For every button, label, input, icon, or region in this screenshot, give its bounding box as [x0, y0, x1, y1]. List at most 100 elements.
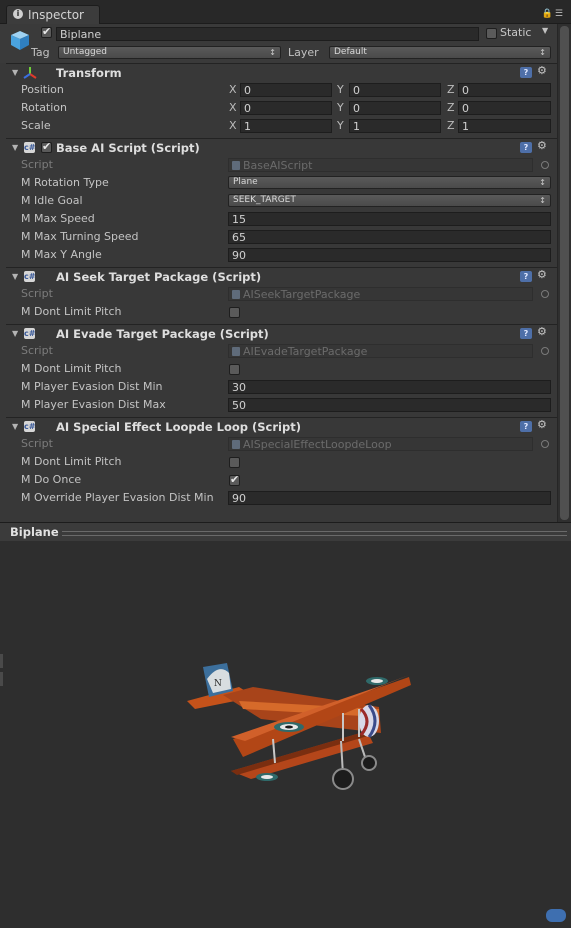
axis-x-label[interactable]: X [229, 119, 237, 132]
object-name-field[interactable]: Biplane [56, 27, 479, 41]
help-icon[interactable]: ? [520, 142, 532, 153]
foldout-arrow-icon[interactable]: ▼ [12, 143, 18, 152]
script-field[interactable]: BaseAIScript [228, 158, 533, 172]
override-evasion-dist-min-field[interactable]: 90 [228, 491, 551, 505]
tab-label: Inspector [28, 8, 84, 22]
vertical-scrollbar[interactable] [557, 24, 571, 522]
separator [6, 267, 557, 268]
tag-dropdown[interactable]: Untagged ↕ [58, 46, 281, 59]
lock-icon[interactable]: 🔒 [542, 9, 555, 19]
help-icon[interactable]: ? [520, 421, 532, 432]
gear-icon[interactable]: ⚙ [537, 268, 547, 281]
idle-goal-dropdown[interactable]: SEEK_TARGET ↕ [228, 194, 551, 207]
chevron-updown-icon: ↕ [539, 178, 546, 187]
gear-icon[interactable]: ⚙ [537, 418, 547, 431]
preview-title: Biplane [10, 525, 59, 539]
layer-value: Default [334, 47, 367, 57]
dont-limit-pitch-checkbox[interactable] [229, 364, 240, 375]
script-label: Script [21, 344, 53, 357]
gear-icon[interactable]: ⚙ [537, 64, 547, 77]
axis-y-label[interactable]: Y [337, 83, 344, 96]
axis-z-label[interactable]: Z [447, 101, 455, 114]
position-z-field[interactable]: 0 [458, 83, 551, 97]
script-value: AISpecialEffectLoopdeLoop [243, 438, 392, 451]
rotation-x-field[interactable]: 0 [240, 101, 332, 115]
rotation-y-field[interactable]: 0 [349, 101, 441, 115]
resize-handle[interactable] [0, 654, 3, 668]
max-speed-field[interactable]: 15 [228, 212, 551, 226]
static-dropdown-arrow[interactable]: ▼ [542, 26, 548, 35]
object-header: Biplane Static ▼ Tag Untagged ↕ Layer Def… [0, 24, 571, 63]
script-field[interactable]: AIEvadeTargetPackage [228, 344, 533, 358]
override-evasion-dist-min-label: M Override Player Evasion Dist Min [21, 491, 214, 504]
script-icon [232, 440, 240, 449]
foldout-arrow-icon[interactable]: ▼ [12, 272, 18, 281]
help-icon[interactable]: ? [520, 67, 532, 78]
object-picker-icon[interactable] [541, 347, 549, 355]
scrollbar-thumb[interactable] [560, 26, 569, 520]
object-picker-icon[interactable] [541, 290, 549, 298]
script-icon: c# [24, 421, 36, 432]
scale-x-field[interactable]: 1 [240, 119, 332, 133]
evasion-dist-min-label: M Player Evasion Dist Min [21, 380, 163, 393]
foldout-arrow-icon[interactable]: ▼ [12, 329, 18, 338]
preview-header[interactable]: Biplane [0, 522, 571, 542]
axis-z-label[interactable]: Z [447, 83, 455, 96]
chevron-updown-icon: ↕ [269, 48, 276, 57]
do-once-label: M Do Once [21, 473, 82, 486]
drag-handle[interactable] [62, 531, 567, 536]
scale-y-field[interactable]: 1 [349, 119, 441, 133]
evasion-dist-max-field[interactable]: 50 [228, 398, 551, 412]
do-once-checkbox[interactable] [229, 473, 240, 486]
static-checkbox[interactable] [486, 28, 497, 39]
script-field[interactable]: AISeekTargetPackage [228, 287, 533, 301]
gear-icon[interactable]: ⚙ [537, 325, 547, 338]
resize-handle[interactable] [0, 672, 3, 686]
foldout-arrow-icon[interactable]: ▼ [12, 422, 18, 431]
evasion-dist-min-field[interactable]: 30 [228, 380, 551, 394]
menu-icon[interactable]: ☰ [555, 9, 565, 19]
object-picker-icon[interactable] [541, 161, 549, 169]
transform-axis-icon [23, 67, 37, 79]
max-y-angle-label: M Max Y Angle [21, 248, 102, 261]
separator [6, 63, 557, 64]
gear-icon[interactable]: ⚙ [537, 139, 547, 152]
position-label: Position [21, 83, 64, 96]
component-enabled-checkbox[interactable] [41, 140, 52, 153]
axis-x-label[interactable]: X [229, 101, 237, 114]
rotation-type-dropdown[interactable]: Plane ↕ [228, 176, 551, 189]
script-label: Script [21, 158, 53, 171]
position-x-field[interactable]: 0 [240, 83, 332, 97]
help-icon[interactable]: ? [520, 328, 532, 339]
axis-y-label[interactable]: Y [337, 101, 344, 114]
dont-limit-pitch-checkbox[interactable] [229, 457, 240, 468]
script-label: Script [21, 287, 53, 300]
foldout-arrow-icon[interactable]: ▼ [12, 68, 18, 77]
axis-x-label[interactable]: X [229, 83, 237, 96]
biplane-model: N [187, 663, 411, 790]
tag-icon[interactable] [546, 909, 566, 922]
dont-limit-pitch-checkbox[interactable] [229, 307, 240, 318]
help-icon[interactable]: ? [520, 271, 532, 282]
window-controls: 🔒☰ [542, 9, 565, 19]
layer-dropdown[interactable]: Default ↕ [329, 46, 551, 59]
dont-limit-pitch-label: M Dont Limit Pitch [21, 455, 122, 468]
max-turning-speed-label: M Max Turning Speed [21, 230, 139, 243]
axis-z-label[interactable]: Z [447, 119, 455, 132]
preview-area[interactable]: N [0, 541, 571, 928]
max-speed-label: M Max Speed [21, 212, 95, 225]
chevron-updown-icon: ↕ [539, 48, 546, 57]
scale-z-field[interactable]: 1 [458, 119, 551, 133]
tab-inspector[interactable]: i Inspector [6, 5, 100, 24]
position-y-field[interactable]: 0 [349, 83, 441, 97]
script-icon [232, 290, 240, 299]
script-value: BaseAIScript [243, 159, 313, 172]
max-y-angle-field[interactable]: 90 [228, 248, 551, 262]
max-turning-speed-field[interactable]: 65 [228, 230, 551, 244]
axis-y-label[interactable]: Y [337, 119, 344, 132]
active-checkbox[interactable] [41, 25, 52, 38]
object-picker-icon[interactable] [541, 440, 549, 448]
tag-value: Untagged [63, 47, 108, 57]
script-field[interactable]: AISpecialEffectLoopdeLoop [228, 437, 533, 451]
rotation-z-field[interactable]: 0 [458, 101, 551, 115]
